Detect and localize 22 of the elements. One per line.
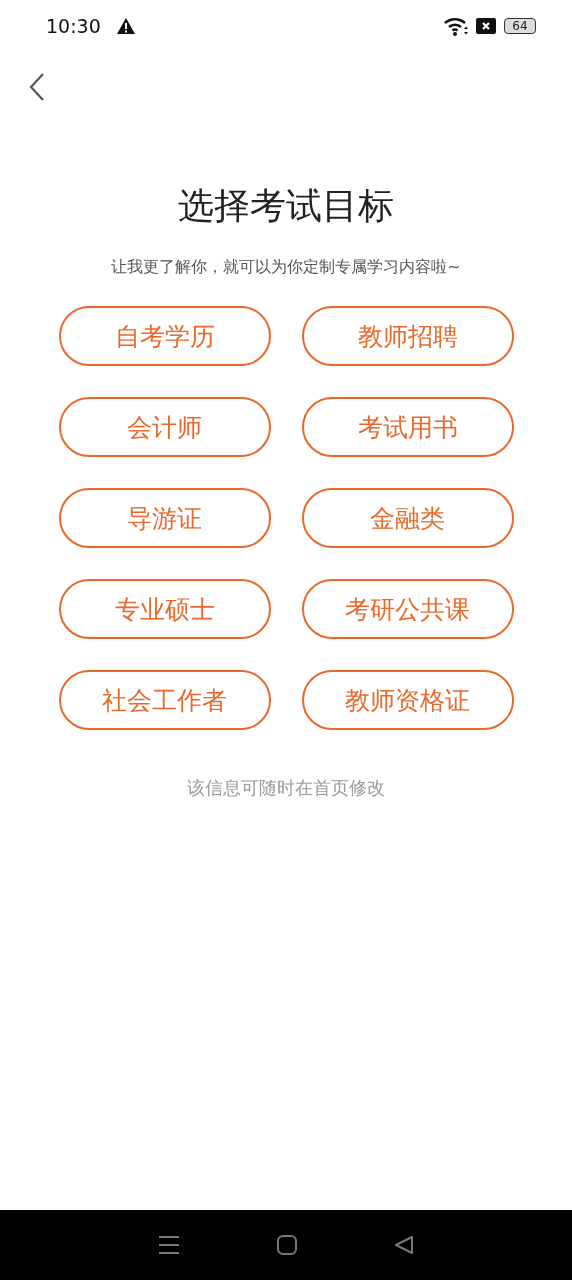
exam-option[interactable]: 教师资格证: [301, 670, 514, 730]
exam-option[interactable]: 专业硕士: [58, 579, 271, 639]
exam-option[interactable]: 会计师: [58, 397, 271, 457]
back-icon[interactable]: [393, 1235, 414, 1255]
subtitle: 让我更了解你，就可以为你定制专属学习内容啦~: [111, 257, 461, 278]
exam-option[interactable]: 自考学历: [58, 306, 271, 366]
back-button[interactable]: [28, 72, 46, 102]
exam-option[interactable]: 金融类: [301, 488, 514, 548]
wifi-icon: [444, 16, 468, 36]
exam-option[interactable]: 教师招聘: [301, 306, 514, 366]
exam-option[interactable]: 社会工作者: [58, 670, 271, 730]
status-time: 10:30: [46, 15, 101, 37]
page-title: 选择考试目标: [178, 184, 394, 228]
home-icon[interactable]: [277, 1235, 297, 1255]
menu-icon[interactable]: [158, 1235, 181, 1255]
hint-text: 该信息可随时在首页修改: [187, 776, 385, 800]
exam-option[interactable]: 考试用书: [301, 397, 514, 457]
exam-option[interactable]: 考研公共课: [301, 579, 514, 639]
warning-icon: [116, 18, 135, 34]
exam-option[interactable]: 导游证: [58, 488, 271, 548]
battery-icon: 64: [504, 18, 536, 34]
no-sim-icon: [476, 18, 496, 34]
